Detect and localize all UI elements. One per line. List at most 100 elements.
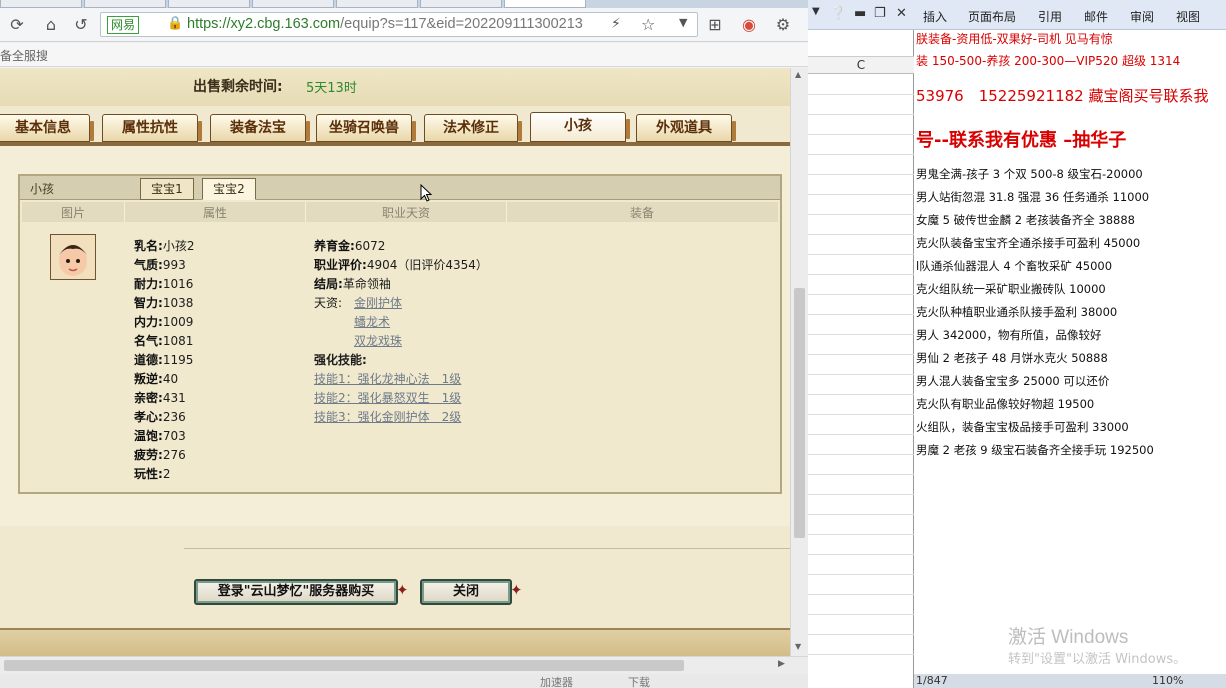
horizontal-scrollbar[interactable]: ▶ <box>0 656 808 674</box>
ribbon-tab-mailings[interactable]: 邮件 <box>1084 8 1108 25</box>
status-download[interactable]: 下载 <box>628 674 650 688</box>
ribbon-tab-review[interactable]: 审阅 <box>1130 8 1154 25</box>
attr-satiety: 温饱:703 <box>134 429 186 443</box>
listing-line: 克火队种植职业通杀队接手盈利 38000 <box>916 305 1118 319</box>
browser-status-bar: 加速器 下载 <box>0 674 808 688</box>
subtab-baby1[interactable]: 宝宝1 <box>140 178 194 200</box>
page-count[interactable]: 1/847 <box>916 674 948 687</box>
grid-line <box>808 374 914 375</box>
page-divider <box>184 548 790 549</box>
close-button[interactable]: 关闭 <box>420 579 512 605</box>
tab-attributes[interactable]: 属性抗性 <box>102 114 202 142</box>
vertical-scrollbar[interactable]: ▲ ▼ <box>790 68 808 656</box>
help-icon[interactable]: ❔ <box>830 6 846 21</box>
grid-line <box>808 454 914 455</box>
grid-line <box>808 214 914 215</box>
listing-line: 女魔 5 破传世金麟 2 老孩装备齐全 38888 <box>916 213 1135 227</box>
subtab-baby2[interactable]: 宝宝2 <box>202 178 256 200</box>
scroll-up-icon[interactable]: ▲ <box>795 70 801 79</box>
tab-spells[interactable]: 法术修正 <box>424 114 522 142</box>
skill-link[interactable]: 技能3：强化金刚护体 2级 <box>314 408 461 425</box>
favorites-bar: 备全服搜 <box>0 43 808 67</box>
scroll-thumb[interactable] <box>794 288 805 538</box>
ribbon-tab-view[interactable]: 视图 <box>1176 8 1200 25</box>
game-icon[interactable]: ◉ <box>738 14 760 36</box>
tab-basic-info[interactable]: 基本信息 <box>0 114 94 142</box>
home-icon[interactable]: ⌂ <box>40 14 62 36</box>
attr-endurance: 耐力:1016 <box>134 277 194 291</box>
status-accelerator[interactable]: 加速器 <box>540 674 573 688</box>
ad-line-2: 装 150-500-养孩 200-300—VIP520 超级 1314 <box>916 54 1181 68</box>
scroll-right-icon[interactable]: ▶ <box>778 659 785 669</box>
tab-appearance[interactable]: 外观道具 <box>636 114 736 142</box>
favorites-item[interactable]: 备全服搜 <box>0 47 48 64</box>
spreadsheet-column: C <box>808 30 914 688</box>
scroll-thumb[interactable] <box>4 660 684 671</box>
grid-line <box>808 534 914 535</box>
grid-line <box>808 294 914 295</box>
grid-line <box>808 114 914 115</box>
flash-icon[interactable]: ⚡ <box>611 16 621 32</box>
listing-line: 火组队，装备宝宝极品接手可盈利 33000 <box>916 420 1129 434</box>
attr-fatigue: 疲劳:276 <box>134 448 186 462</box>
grid-line <box>808 554 914 555</box>
ribbon-tab-insert[interactable]: 插入 <box>923 8 947 25</box>
nav-bar: ⟳ ⌂ ↺ 网易 🔒 https://xy2.cbg.163.com/equip… <box>0 8 808 42</box>
grid-line <box>808 474 914 475</box>
close-icon[interactable]: ✕ <box>896 6 907 21</box>
ribbon-collapse-icon[interactable]: ▼ <box>812 6 820 17</box>
browser-window: ⟳ ⌂ ↺ 网易 🔒 https://xy2.cbg.163.com/equip… <box>0 0 808 688</box>
tab-equipment[interactable]: 装备法宝 <box>210 114 310 142</box>
tab-strip <box>0 0 808 8</box>
career-evaluation: 职业评价:4904（旧评价4354） <box>314 258 488 272</box>
ribbon-tab-layout[interactable]: 页面布局 <box>968 8 1016 25</box>
column-header-c[interactable]: C <box>808 56 914 74</box>
star-icon[interactable]: ☆ <box>641 15 655 34</box>
sale-time-label: 出售剩余时间: <box>193 79 283 95</box>
column-image: 图片 <box>60 206 85 220</box>
browser-tab[interactable] <box>420 0 502 8</box>
skill-link[interactable]: 技能1：强化龙神心法 1级 <box>314 370 461 387</box>
tools-icon[interactable]: ⚙ <box>772 14 794 36</box>
panel-header: 小孩 宝宝1 宝宝2 <box>20 176 780 200</box>
browser-tab[interactable] <box>84 0 166 8</box>
grid-line <box>808 94 914 95</box>
skill-link[interactable]: 技能2：强化暴怒双生 1级 <box>314 389 461 406</box>
browser-tab[interactable] <box>168 0 250 8</box>
url-host: https://xy2.cbg.163.com <box>187 16 341 32</box>
url-text[interactable]: https://xy2.cbg.163.com/equip?s=117&eid=… <box>187 16 583 32</box>
child-portrait-icon <box>51 235 95 279</box>
dropdown-icon[interactable]: ▼ <box>679 16 687 29</box>
word-status-bar: 1/847 110% <box>914 674 1226 688</box>
column-career: 职业天资 <box>381 206 430 220</box>
scroll-down-icon[interactable]: ▼ <box>795 642 801 651</box>
restore-icon[interactable]: ❐ <box>874 6 886 21</box>
attr-rebellion: 叛逆:40 <box>134 372 179 386</box>
lock-icon: 🔒 <box>167 16 184 31</box>
browser-tab[interactable] <box>0 0 82 8</box>
talent-link[interactable]: 金刚护体 <box>354 294 402 311</box>
career-raise-money: 养育金:6072 <box>314 239 386 253</box>
talent-link[interactable]: 双龙戏珠 <box>354 332 402 349</box>
tab-child[interactable]: 小孩 <box>530 112 630 142</box>
buy-button[interactable]: 登录"云山梦忆"服务器购买 <box>194 579 398 605</box>
history-back-icon[interactable]: ↺ <box>70 14 92 36</box>
attr-fame: 名气:1081 <box>134 334 194 348</box>
browser-tab-active[interactable] <box>504 0 586 8</box>
listing-line: 男人站街忽混 31.8 强混 36 任务通杀 11000 <box>916 190 1150 204</box>
zoom-level[interactable]: 110% <box>1152 674 1183 687</box>
minimize-icon[interactable]: ▬ <box>854 6 866 21</box>
browser-tab[interactable] <box>252 0 334 8</box>
ribbon-tab-references[interactable]: 引用 <box>1038 8 1062 25</box>
ribbon-icon: ✦ <box>396 581 409 599</box>
tab-mounts[interactable]: 坐骑召唤兽 <box>316 114 416 142</box>
grid-icon[interactable]: ⊞ <box>704 14 726 36</box>
browser-tab[interactable] <box>336 0 418 8</box>
talent-link[interactable]: 蟠龙术 <box>354 313 390 330</box>
address-bar[interactable]: 网易 🔒 https://xy2.cbg.163.com/equip?s=117… <box>100 12 698 37</box>
grid-line <box>808 154 914 155</box>
grid-line <box>808 174 914 175</box>
listing-line: 克火队有职业品像较好物超 19500 <box>916 397 1095 411</box>
grid-line <box>808 394 914 395</box>
back-icon[interactable]: ⟳ <box>6 14 28 36</box>
